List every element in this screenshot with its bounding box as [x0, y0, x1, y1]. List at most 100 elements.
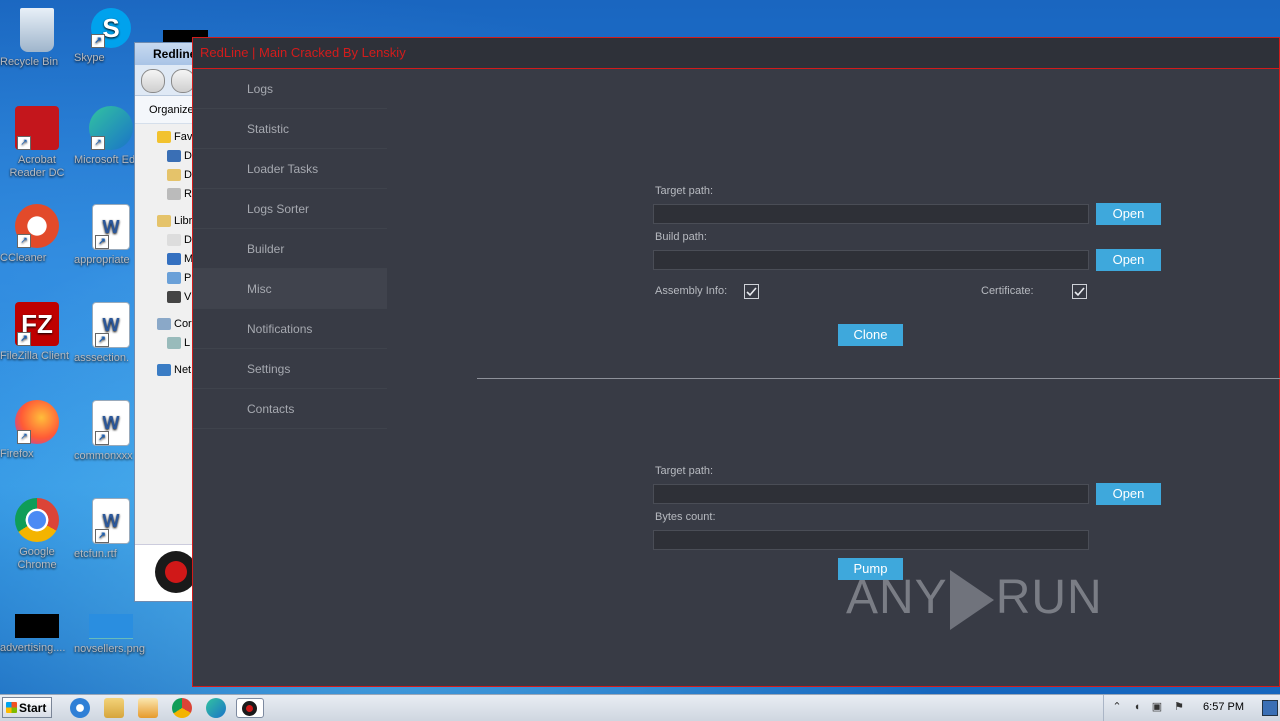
tree-item-label: D	[184, 169, 192, 181]
start-button[interactable]: Start	[2, 697, 52, 718]
show-desktop-icon[interactable]	[1262, 700, 1278, 716]
desktop-icon-advertising[interactable]: advertising....	[0, 614, 74, 654]
desktop-icon-label: Firefox	[0, 448, 34, 460]
desktop-icon-label: commonxxx	[74, 450, 133, 462]
watermark-run: RUN	[995, 571, 1103, 624]
recycle-bin-icon	[20, 8, 54, 52]
bytes-count-input[interactable]	[653, 530, 1089, 550]
anyrun-watermark: ANY RUN	[846, 570, 1103, 631]
acrobat-icon: ↗	[15, 106, 59, 150]
desktop-icon-label: appropriate	[74, 254, 130, 266]
certificate-checkbox[interactable]	[1072, 284, 1087, 299]
show-hidden-icons-icon[interactable]: ⌃	[1110, 700, 1124, 714]
pump-target-path-label: Target path:	[655, 465, 714, 477]
black-file-icon	[15, 614, 59, 638]
recent-places-icon	[167, 188, 181, 201]
folder-icon	[167, 169, 181, 182]
taskbar: Start ⌃ ◖ ▣ ⚑ 6:57 PM	[0, 694, 1280, 721]
media-player-icon[interactable]	[138, 698, 158, 718]
sidebar: Logs Statistic Loader Tasks Logs Sorter …	[193, 69, 387, 429]
tree-item-label: L	[184, 337, 191, 349]
sidebar-item-contacts[interactable]: Contacts	[193, 389, 387, 429]
redline-taskbar-button[interactable]	[236, 698, 264, 718]
desktop-icon-label: Google Chrome	[17, 546, 57, 571]
back-button[interactable]	[141, 69, 165, 93]
assembly-info-label: Assembly Info:	[655, 285, 728, 297]
check-icon	[746, 287, 757, 297]
tree-item-label: Net	[174, 364, 192, 376]
tree-item-label: P	[184, 272, 192, 284]
sidebar-item-statistic[interactable]: Statistic	[193, 109, 387, 149]
title-bar[interactable]: RedLine | Main Cracked By Lenskiy	[193, 38, 1279, 69]
desktop-icon-label: Acrobat Reader DC	[9, 154, 65, 179]
pump-target-open-button[interactable]: Open	[1096, 483, 1161, 505]
chrome-taskbar-icon[interactable]	[172, 698, 192, 718]
desktop-icon-label: FileZilla Client	[0, 350, 70, 362]
word-doc-icon: W ↗	[92, 400, 130, 446]
computer-icon	[157, 318, 171, 331]
section-divider	[477, 378, 1280, 379]
build-path-label: Build path:	[655, 231, 707, 243]
desktop-icon-label: Skype	[74, 52, 105, 64]
desktop-icon-novsellers[interactable]: novsellers.png	[74, 614, 148, 655]
sidebar-item-settings[interactable]: Settings	[193, 349, 387, 389]
word-doc-icon: W ↗	[92, 204, 130, 250]
desktop-icon-label: CCleaner	[0, 252, 47, 264]
videos-icon	[167, 291, 181, 304]
tree-item-label: Cor	[174, 318, 192, 330]
libraries-icon	[157, 215, 171, 228]
pictures-icon	[167, 272, 181, 285]
tree-item-label: R	[184, 188, 192, 200]
play-icon	[949, 570, 994, 631]
star-icon	[157, 131, 171, 144]
sidebar-item-builder[interactable]: Builder	[193, 229, 387, 269]
desktop-icon-firefox[interactable]: ↗ Firefox	[0, 400, 74, 460]
assembly-info-checkbox[interactable]	[744, 284, 759, 299]
sidebar-item-loader-tasks[interactable]: Loader Tasks	[193, 149, 387, 189]
desktop-icon-ccleaner[interactable]: ↗ CCleaner	[0, 204, 74, 264]
music-icon	[167, 253, 181, 266]
drive-icon	[167, 337, 181, 350]
filezilla-icon: FZ ↗	[15, 302, 59, 346]
clone-button[interactable]: Clone	[838, 324, 903, 346]
desktop-icon-label: asssection.	[74, 352, 130, 364]
sidebar-item-notifications[interactable]: Notifications	[193, 309, 387, 349]
volume-icon[interactable]: ◖	[1130, 700, 1144, 714]
build-path-input[interactable]	[653, 250, 1089, 270]
redline-logo-icon	[155, 551, 197, 593]
desktop-icon-label: novsellers.png	[74, 643, 145, 655]
system-tray: ⌃ ◖ ▣ ⚑ 6:57 PM	[1103, 695, 1280, 721]
desktop-icon-label: Microsoft Ed	[74, 154, 136, 166]
ccleaner-icon: ↗	[15, 204, 59, 248]
watermark-any: ANY	[846, 571, 948, 624]
network-tray-icon[interactable]: ▣	[1150, 700, 1164, 714]
chrome-icon	[15, 498, 59, 542]
tree-item-label: D	[184, 234, 192, 246]
flag-icon[interactable]: ⚑	[1172, 700, 1186, 714]
bytes-count-label: Bytes count:	[655, 511, 716, 523]
build-path-open-button[interactable]: Open	[1096, 249, 1161, 271]
sidebar-item-logs[interactable]: Logs	[193, 69, 387, 109]
desktop-icon-recycle-bin[interactable]: Recycle Bin	[0, 8, 74, 68]
pump-target-path-input[interactable]	[653, 484, 1089, 504]
desktop-icon-chrome[interactable]: Google Chrome	[0, 498, 74, 571]
desktop-icon-label: etcfun.rtf	[74, 548, 117, 560]
tree-item-label: V	[184, 291, 192, 303]
clone-target-open-button[interactable]: Open	[1096, 203, 1161, 225]
tree-item-label: Libr	[174, 215, 193, 227]
documents-icon	[167, 234, 181, 247]
redline-window[interactable]: RedLine | Main Cracked By Lenskiy Logs S…	[192, 37, 1280, 687]
sidebar-item-misc[interactable]: Misc	[193, 269, 387, 309]
explorer-folder-icon[interactable]	[104, 698, 124, 718]
word-doc-icon: W ↗	[92, 498, 130, 544]
ie-icon[interactable]	[70, 698, 90, 718]
sidebar-item-logs-sorter[interactable]: Logs Sorter	[193, 189, 387, 229]
desktop-icon-filezilla[interactable]: FZ ↗ FileZilla Client	[0, 302, 74, 362]
skype-icon: S ↗	[91, 8, 131, 48]
desktop-icon	[167, 150, 181, 163]
certificate-label: Certificate:	[981, 285, 1034, 297]
edge-taskbar-icon[interactable]	[206, 698, 226, 718]
desktop-icon-acrobat[interactable]: ↗ Acrobat Reader DC	[0, 106, 74, 179]
clone-target-path-input[interactable]	[653, 204, 1089, 224]
clock[interactable]: 6:57 PM	[1203, 701, 1244, 713]
